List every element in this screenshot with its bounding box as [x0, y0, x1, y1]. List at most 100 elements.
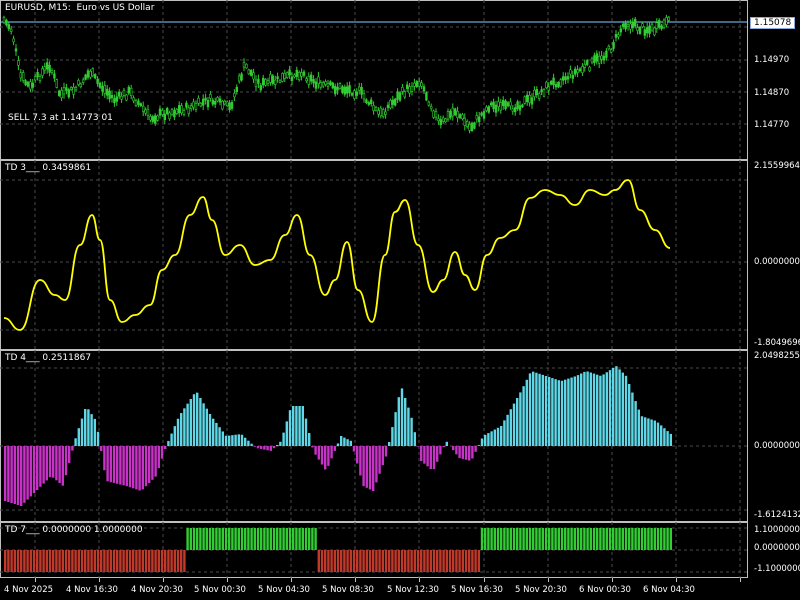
- td7-bar: [557, 528, 560, 550]
- td4-chart[interactable]: [0, 350, 748, 522]
- td4-bar: [644, 417, 647, 446]
- td4-bar: [340, 436, 343, 446]
- price-candle: [338, 83, 342, 89]
- td7-bar: [292, 528, 295, 550]
- td4-bar: [378, 446, 381, 474]
- td7-bar: [493, 528, 496, 550]
- price-candle: [619, 28, 623, 33]
- td4-bar: [612, 368, 615, 446]
- td3-pane[interactable]: TD 3___ 0.3459861 2.1559964 0.0000000 -1…: [0, 160, 800, 350]
- td4-bar: [384, 446, 388, 457]
- td4-pane[interactable]: TD 4___ 0.2511867 2.0498255 0.0000000 -1…: [0, 350, 800, 522]
- price-candle: [643, 29, 647, 36]
- td7-bar: [516, 528, 519, 550]
- price-candle: [118, 91, 121, 97]
- td7-bar: [535, 528, 538, 550]
- td4-label: 0.0000000: [754, 441, 800, 451]
- td4-bar: [535, 372, 538, 446]
- td4-bar: [96, 431, 100, 446]
- td7-bar: [7, 550, 10, 572]
- td4-bar: [570, 377, 573, 446]
- td4-bar: [439, 446, 442, 455]
- td7-bar: [372, 550, 375, 572]
- td4-bar: [215, 422, 218, 446]
- price-candle: [168, 112, 171, 119]
- price-candle: [482, 111, 486, 119]
- price-candle: [221, 101, 224, 110]
- td4-bar: [90, 414, 93, 446]
- price-candle: [144, 109, 147, 114]
- td7-bar: [154, 550, 157, 572]
- price-candle: [417, 81, 421, 87]
- td7-bar: [42, 550, 45, 572]
- price-candle: [190, 105, 193, 109]
- price-candle: [571, 74, 575, 79]
- time-tick: [291, 578, 292, 582]
- td4-bar: [602, 374, 605, 446]
- td3-axis[interactable]: [748, 160, 800, 350]
- price-candle: [336, 86, 339, 91]
- td7-bar: [218, 528, 221, 550]
- price-candle: [127, 86, 131, 94]
- td4-bar: [525, 379, 528, 446]
- td4-bar: [576, 375, 580, 446]
- td3-label: 2.1559964: [754, 161, 800, 171]
- td7-bar: [669, 528, 672, 550]
- td3-title: TD 3___ 0.3459861: [5, 163, 92, 173]
- price-pane[interactable]: EURUSD, M15: Euro vs US Dollar SELL 7.3 …: [0, 0, 800, 160]
- td4-bar: [295, 406, 298, 446]
- price-candle: [70, 87, 73, 91]
- td7-bar: [391, 550, 394, 572]
- td4-bar: [640, 416, 644, 446]
- price-label: 1.14770: [754, 120, 790, 130]
- price-candle: [202, 98, 205, 106]
- td3-line: [3, 179, 671, 331]
- price-candle: [348, 85, 351, 94]
- price-candle: [307, 76, 310, 85]
- td7-bar: [234, 528, 237, 550]
- td4-bar: [557, 380, 560, 446]
- price-candle: [581, 66, 584, 73]
- td4-bar: [532, 371, 535, 446]
- td4-bar: [112, 446, 116, 483]
- td4-bar: [650, 419, 653, 446]
- price-candle: [31, 82, 34, 88]
- td4-bar: [359, 446, 362, 476]
- price-chart[interactable]: [0, 0, 748, 160]
- td7-pane[interactable]: TD 7___ 0.0000000 1.0000000 1.1000000 0.…: [0, 522, 800, 578]
- td4-bar: [170, 433, 173, 446]
- td4-bar: [474, 446, 477, 452]
- td4-bar: [240, 434, 244, 446]
- price-candle: [60, 90, 63, 99]
- td4-axis[interactable]: [748, 350, 800, 522]
- trade-label: SELL 7.3 at 1.14773 01: [8, 113, 113, 123]
- td7-bar: [525, 528, 528, 550]
- td4-bar: [621, 372, 624, 446]
- price-candle: [660, 25, 663, 29]
- td4-bar: [493, 429, 496, 446]
- td7-label: 1.1000000: [754, 525, 800, 535]
- td4-bar: [186, 403, 189, 446]
- price-candle: [264, 79, 267, 86]
- td4-bar: [138, 446, 141, 491]
- td7-bar: [580, 528, 583, 550]
- price-candle: [614, 34, 618, 38]
- td7-bar: [381, 550, 384, 572]
- td7-bar: [612, 528, 615, 550]
- price-candle: [362, 93, 366, 100]
- price-candle: [86, 70, 90, 78]
- price-candle: [573, 68, 577, 75]
- td7-bar: [506, 528, 509, 550]
- price-candle: [233, 93, 236, 98]
- td4-bar: [32, 446, 36, 494]
- td3-chart[interactable]: [0, 160, 748, 350]
- td4-bar: [631, 392, 634, 446]
- td4-bar: [202, 403, 205, 446]
- td4-bar: [77, 428, 80, 446]
- td7-bar: [112, 550, 116, 572]
- price-candle: [461, 114, 464, 120]
- td4-bar: [285, 421, 288, 446]
- price-candle: [545, 81, 548, 89]
- td4-bar: [10, 446, 13, 503]
- td4-bar: [135, 446, 138, 490]
